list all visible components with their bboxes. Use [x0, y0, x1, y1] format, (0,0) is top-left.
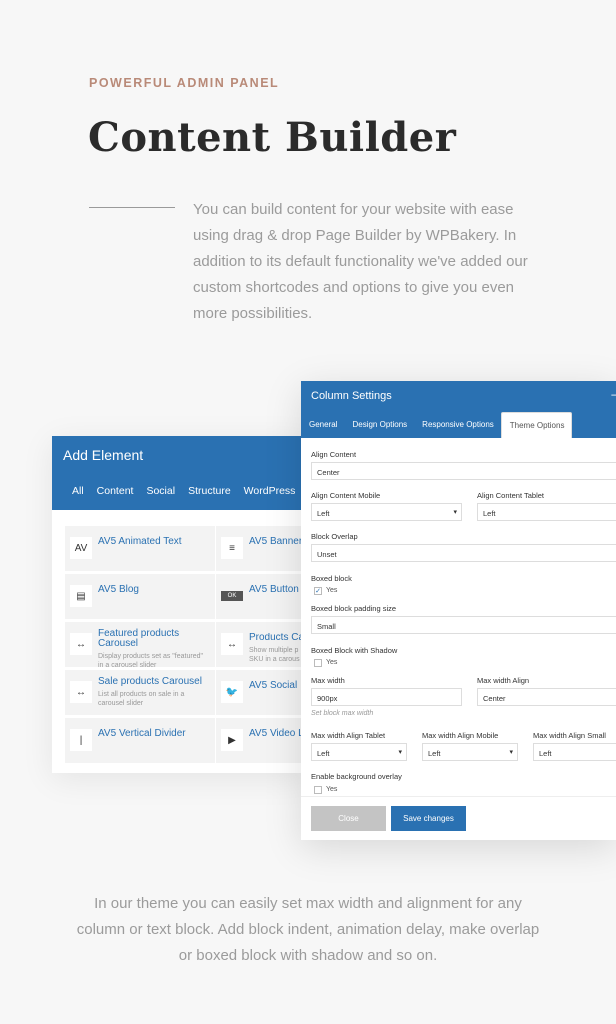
element-name: AV5 Blog [98, 584, 139, 595]
element-name: AV5 Banner [249, 536, 303, 547]
block-overlap-field[interactable]: Unset [311, 544, 616, 562]
mw-align-tablet-select[interactable]: Left [311, 743, 407, 761]
mw-align-small-label: Max width Align Small [533, 731, 606, 740]
align-content-tablet-label: Align Content Tablet [477, 491, 544, 500]
carousel-arrows-icon: ↔ [70, 681, 92, 703]
tab-wordpress[interactable]: WordPress [244, 485, 296, 497]
element-featured-carousel[interactable]: ↔ Featured products Carousel Display pro… [65, 622, 215, 669]
element-social[interactable]: 🐦 AV5 Social [216, 670, 312, 715]
element-name: Featured products Carousel [98, 628, 180, 649]
max-width-label: Max width [311, 676, 345, 685]
add-element-header: Add Element All Content Social Structure… [52, 436, 312, 510]
element-blog[interactable]: ▤ AV5 Blog [65, 574, 215, 619]
boxed-block-yes: Yes [326, 587, 338, 594]
column-settings-title: Column Settings [311, 390, 392, 402]
tab-structure[interactable]: Structure [188, 485, 231, 497]
element-vertical-divider[interactable]: | AV5 Vertical Divider [65, 718, 215, 763]
align-content-tablet-field[interactable]: Left [477, 503, 616, 521]
add-element-tabs: All Content Social Structure WordPress [52, 485, 299, 497]
page-title: Content Builder [88, 114, 457, 161]
boxed-shadow-label: Boxed Block with Shadow [311, 646, 398, 655]
column-settings-header: Column Settings – General Design Options… [301, 381, 616, 438]
bg-overlay-label: Enable background overlay [311, 772, 402, 781]
element-name: AV5 Animated Text [98, 536, 182, 547]
banner-icon: ≡ [221, 537, 243, 559]
element-name: AV5 Button [249, 584, 299, 595]
boxed-shadow-checkbox[interactable] [314, 659, 322, 667]
element-sale-carousel[interactable]: ↔ Sale products Carousel List all produc… [65, 670, 215, 715]
boxed-padding-label: Boxed block padding size [311, 604, 397, 613]
bg-overlay-yes: Yes [326, 786, 338, 793]
tab-theme-options[interactable]: Theme Options [500, 412, 573, 438]
add-element-title: Add Element [63, 447, 144, 463]
max-width-input[interactable]: 900px [311, 688, 462, 706]
tab-content[interactable]: Content [97, 485, 134, 497]
element-animated-text[interactable]: AV AV5 Animated Text [65, 526, 215, 571]
close-icon[interactable]: – [611, 387, 616, 401]
outro-text: In our theme you can easily set max widt… [76, 895, 540, 964]
max-width-align-field[interactable]: Center [477, 688, 616, 706]
twitter-bird-icon: 🐦 [221, 681, 243, 703]
close-button[interactable]: Close [311, 806, 386, 831]
tab-responsive-options[interactable]: Responsive Options [414, 412, 501, 438]
tab-design-options[interactable]: Design Options [344, 412, 414, 438]
carousel-arrows-icon: ↔ [221, 633, 243, 655]
mw-align-tablet-label: Max width Align Tablet [311, 731, 386, 740]
button-icon: OK [221, 591, 243, 601]
align-content-field[interactable]: Center [311, 462, 616, 480]
element-banner[interactable]: ≡ AV5 Banner [216, 526, 312, 571]
element-name: AV5 Video L [249, 728, 304, 739]
element-description: Display products set as "featured" in a … [98, 653, 203, 669]
align-content-label: Align Content [311, 450, 357, 459]
vertical-divider-icon: | [70, 729, 92, 751]
boxed-shadow-yes: Yes [326, 659, 338, 666]
bg-overlay-checkbox[interactable] [314, 786, 322, 794]
element-description: List all products on sale in a carousel … [98, 691, 185, 707]
play-icon: ▶ [221, 729, 243, 751]
eyebrow-label: POWERFUL ADMIN PANEL [89, 76, 280, 90]
element-video[interactable]: ▶ AV5 Video L [216, 718, 312, 763]
max-width-hint: Set block max width [311, 710, 374, 717]
boxed-block-checkbox[interactable]: ✓ [314, 587, 322, 595]
element-name: AV5 Vertical Divider [98, 728, 186, 739]
column-settings-panel: Column Settings – General Design Options… [301, 381, 616, 840]
settings-footer: Close Save changes [301, 796, 616, 840]
tab-social[interactable]: Social [146, 485, 175, 497]
save-changes-button[interactable]: Save changes [391, 806, 466, 831]
mw-align-small-field[interactable]: Left [533, 743, 616, 761]
intro-text: You can build content for your website w… [193, 201, 528, 322]
boxed-block-label: Boxed block [311, 574, 352, 583]
carousel-arrows-icon: ↔ [70, 633, 92, 655]
tab-all[interactable]: All [72, 485, 84, 497]
align-content-mobile-label: Align Content Mobile [311, 491, 381, 500]
tab-general[interactable]: General [301, 412, 344, 438]
mw-align-mobile-select[interactable]: Left [422, 743, 518, 761]
settings-tabs: General Design Options Responsive Option… [301, 412, 573, 438]
element-products-carousel[interactable]: ↔ Products Ca Show multiple p SKU in a c… [216, 622, 312, 667]
element-name: AV5 Social [249, 680, 298, 691]
blog-icon: ▤ [70, 585, 92, 607]
max-width-align-label: Max width Align [477, 676, 530, 685]
divider-rule [89, 207, 175, 208]
element-name: Sale products Carousel [98, 676, 202, 687]
element-button[interactable]: OK AV5 Button [216, 574, 312, 619]
align-content-mobile-select[interactable]: Left [311, 503, 462, 521]
av-logo-icon: AV [70, 537, 92, 559]
add-element-panel: Add Element All Content Social Structure… [52, 436, 312, 773]
mw-align-mobile-label: Max width Align Mobile [422, 731, 499, 740]
block-overlap-label: Block Overlap [311, 532, 358, 541]
boxed-padding-field[interactable]: Small [311, 616, 616, 634]
